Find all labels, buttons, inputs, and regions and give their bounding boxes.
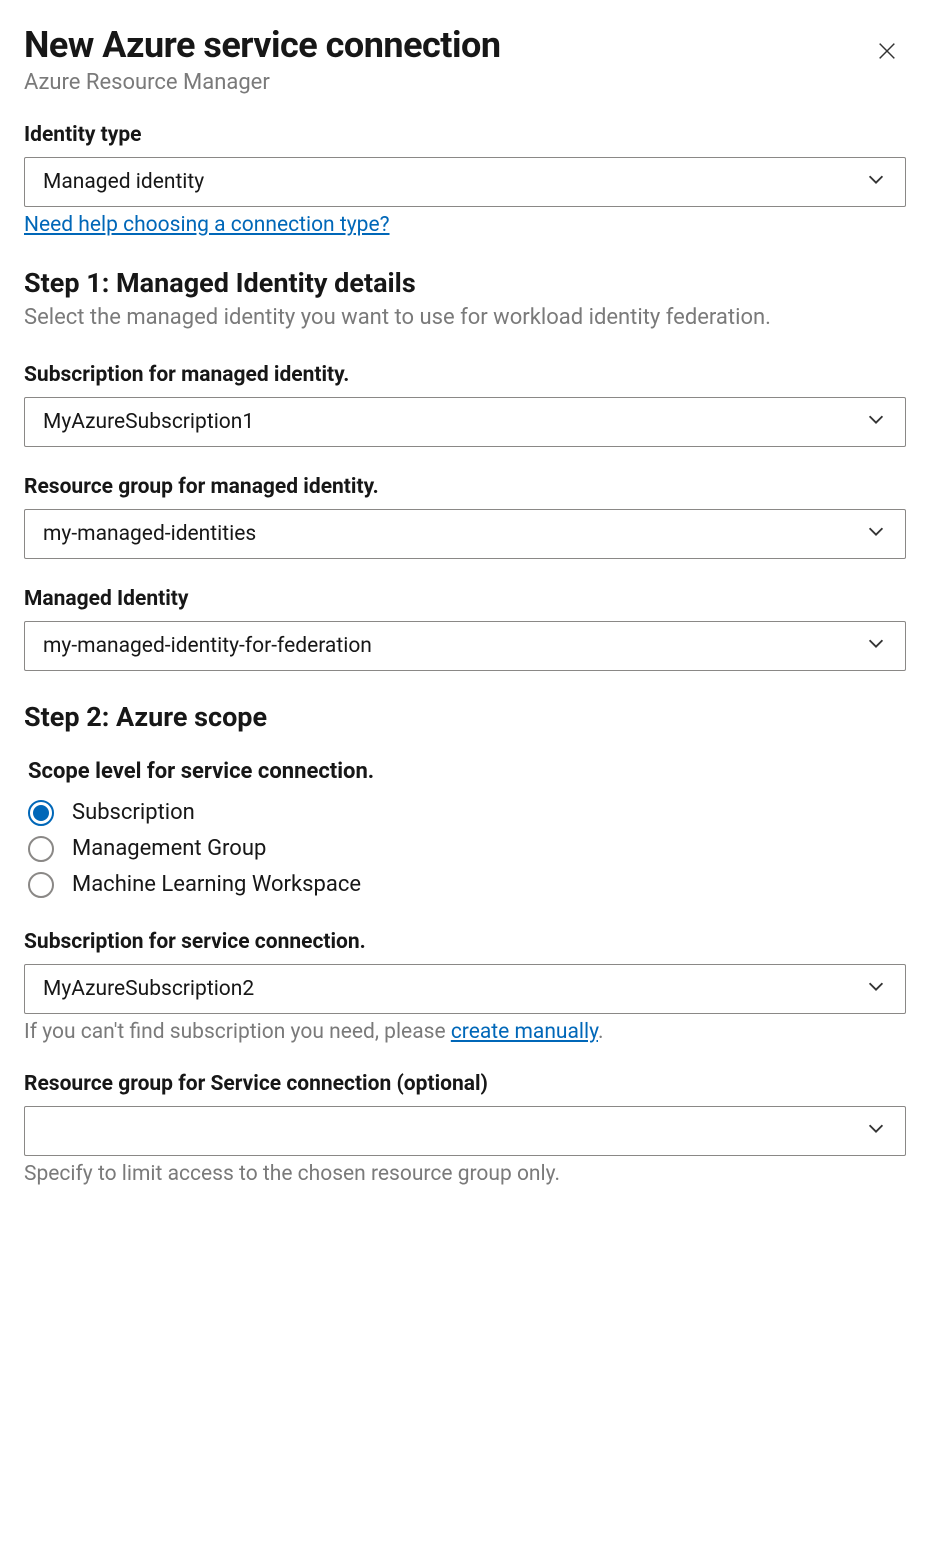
select-managed-identity[interactable]: my-managed-identity-for-federation xyxy=(24,621,906,671)
dialog-subtitle: Azure Resource Manager xyxy=(24,70,501,95)
label-identity-type: Identity type xyxy=(24,123,906,147)
select-subscription-sc[interactable]: MyAzureSubscription2 xyxy=(24,964,906,1014)
field-subscription-mi: Subscription for managed identity. MyAzu… xyxy=(24,363,906,447)
select-value: my-managed-identity-for-federation xyxy=(43,634,372,658)
step2-heading: Step 2: Azure scope xyxy=(24,701,906,733)
chevron-down-icon xyxy=(865,632,887,660)
radio-label: Machine Learning Workspace xyxy=(72,872,361,897)
radio-scope-subscription[interactable]: Subscription xyxy=(24,798,906,828)
step1-heading: Step 1: Managed Identity details xyxy=(24,267,906,299)
chevron-down-icon xyxy=(865,520,887,548)
label-resource-group-mi: Resource group for managed identity. xyxy=(24,475,906,499)
radio-group-scope-level: Subscription Management Group Machine Le… xyxy=(24,798,906,900)
field-resource-group-mi: Resource group for managed identity. my-… xyxy=(24,475,906,559)
label-resource-group-sc: Resource group for Service connection (o… xyxy=(24,1072,906,1096)
link-help-connection-type[interactable]: Need help choosing a connection type? xyxy=(24,213,390,237)
chevron-down-icon xyxy=(865,1117,887,1145)
field-subscription-sc: Subscription for service connection. MyA… xyxy=(24,930,906,1044)
radio-indicator xyxy=(28,836,54,862)
select-value: MyAzureSubscription2 xyxy=(43,977,254,1001)
link-create-manually[interactable]: create manually xyxy=(451,1020,598,1044)
close-button[interactable] xyxy=(868,32,906,73)
label-scope-level: Scope level for service connection. xyxy=(28,759,906,784)
radio-indicator xyxy=(28,800,54,826)
select-resource-group-mi[interactable]: my-managed-identities xyxy=(24,509,906,559)
hint-suffix: . xyxy=(598,1020,604,1044)
radio-indicator xyxy=(28,872,54,898)
step1-description: Select the managed identity you want to … xyxy=(24,303,906,333)
header-text: New Azure service connection Azure Resou… xyxy=(24,24,501,95)
select-subscription-mi[interactable]: MyAzureSubscription1 xyxy=(24,397,906,447)
label-managed-identity: Managed Identity xyxy=(24,587,906,611)
hint-resource-group-sc: Specify to limit access to the chosen re… xyxy=(24,1162,906,1186)
label-subscription-sc: Subscription for service connection. xyxy=(24,930,906,954)
dialog-header: New Azure service connection Azure Resou… xyxy=(24,24,906,95)
dialog-title: New Azure service connection xyxy=(24,24,501,66)
select-value: Managed identity xyxy=(43,170,204,194)
close-icon xyxy=(876,50,898,65)
radio-scope-management-group[interactable]: Management Group xyxy=(24,834,906,864)
select-value: my-managed-identities xyxy=(43,522,256,546)
hint-prefix: If you can't find subscription you need,… xyxy=(24,1020,451,1044)
hint-subscription-sc: If you can't find subscription you need,… xyxy=(24,1020,906,1044)
field-managed-identity: Managed Identity my-managed-identity-for… xyxy=(24,587,906,671)
select-identity-type[interactable]: Managed identity xyxy=(24,157,906,207)
chevron-down-icon xyxy=(865,168,887,196)
field-identity-type: Identity type Managed identity Need help… xyxy=(24,123,906,237)
radio-label: Management Group xyxy=(72,836,266,861)
radio-scope-ml-workspace[interactable]: Machine Learning Workspace xyxy=(24,870,906,900)
radio-label: Subscription xyxy=(72,800,195,825)
chevron-down-icon xyxy=(865,408,887,436)
select-resource-group-sc[interactable] xyxy=(24,1106,906,1156)
field-resource-group-sc: Resource group for Service connection (o… xyxy=(24,1072,906,1186)
select-value: MyAzureSubscription1 xyxy=(43,410,254,434)
label-subscription-mi: Subscription for managed identity. xyxy=(24,363,906,387)
chevron-down-icon xyxy=(865,975,887,1003)
